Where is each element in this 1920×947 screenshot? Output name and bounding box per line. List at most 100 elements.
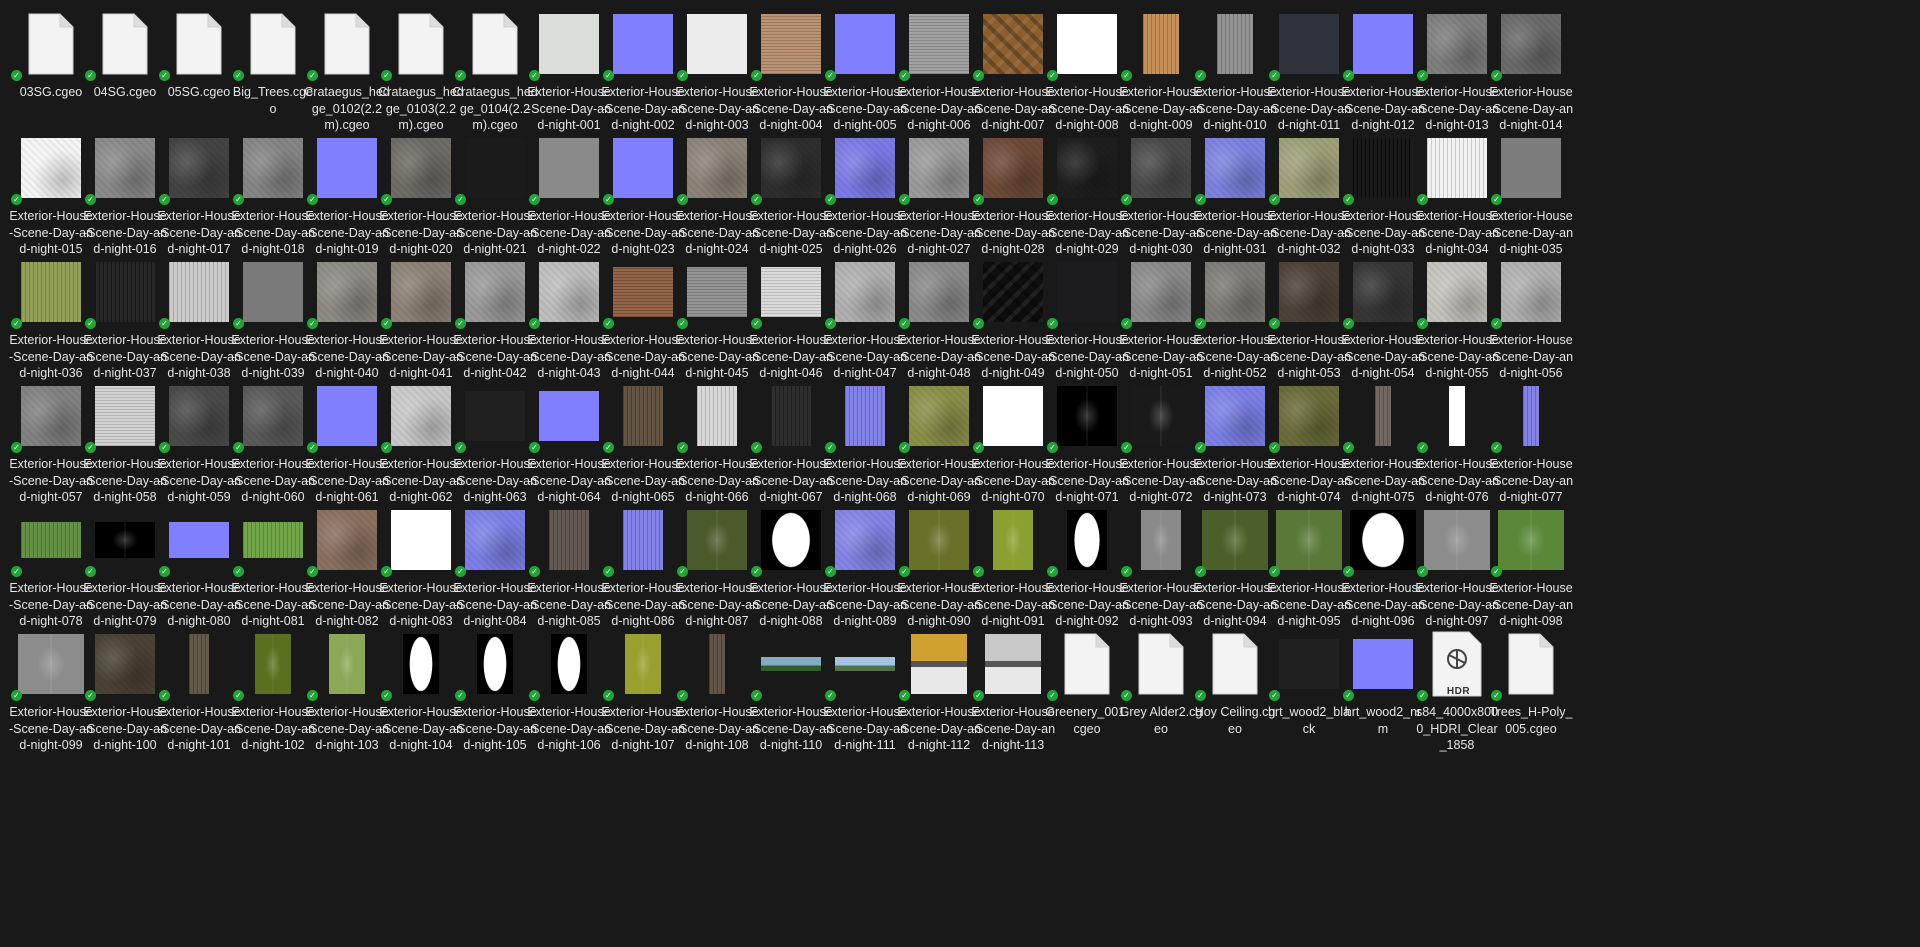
texture-thumbnail [1353, 138, 1413, 198]
texture-thumbnail [391, 262, 451, 322]
synced-check-icon: ✓ [825, 566, 836, 577]
texture-thumbnail [613, 267, 673, 317]
texture-thumbnail [539, 262, 599, 322]
synced-check-icon: ✓ [85, 194, 96, 205]
texture-thumbnail [911, 634, 967, 694]
texture-thumbnail [21, 262, 81, 322]
synced-check-icon: ✓ [159, 318, 170, 329]
texture-thumbnail [95, 262, 155, 322]
synced-check-icon: ✓ [1343, 70, 1354, 81]
synced-check-icon: ✓ [159, 70, 170, 81]
texture-thumbnail [189, 634, 209, 694]
texture-thumbnail [687, 267, 747, 317]
synced-check-icon: ✓ [1269, 566, 1280, 577]
texture-thumbnail [1057, 262, 1117, 322]
texture-thumbnail [1143, 14, 1179, 74]
synced-check-icon: ✓ [11, 194, 22, 205]
synced-check-icon: ✓ [307, 442, 318, 453]
synced-check-icon: ✓ [1343, 442, 1354, 453]
synced-check-icon: ✓ [1343, 566, 1354, 577]
synced-check-icon: ✓ [1269, 318, 1280, 329]
synced-check-icon: ✓ [159, 194, 170, 205]
texture-thumbnail [477, 634, 513, 694]
synced-check-icon: ✓ [455, 442, 466, 453]
texture-thumbnail [21, 138, 81, 198]
texture-thumbnail [1057, 14, 1117, 74]
texture-thumbnail [1131, 262, 1191, 322]
synced-check-icon: ✓ [307, 318, 318, 329]
synced-check-icon: ✓ [1491, 194, 1502, 205]
synced-check-icon: ✓ [307, 194, 318, 205]
texture-thumbnail [539, 14, 599, 74]
texture-thumbnail [95, 138, 155, 198]
synced-check-icon: ✓ [677, 194, 688, 205]
synced-check-icon: ✓ [899, 70, 910, 81]
texture-thumbnail [985, 634, 1041, 694]
synced-check-icon: ✓ [1195, 566, 1206, 577]
texture-thumbnail [95, 634, 155, 694]
synced-check-icon: ✓ [455, 566, 466, 577]
document-file-icon [176, 13, 222, 75]
document-file-icon [398, 13, 444, 75]
synced-check-icon: ✓ [85, 318, 96, 329]
document-file-icon [1138, 633, 1184, 695]
texture-thumbnail [835, 138, 895, 198]
file-name-label: Exterior-House-Scene-Day-and-night-077 [1488, 457, 1574, 504]
texture-thumbnail [983, 262, 1043, 322]
texture-thumbnail [243, 522, 303, 558]
synced-check-icon: ✓ [1343, 194, 1354, 205]
synced-check-icon: ✓ [233, 442, 244, 453]
texture-thumbnail [21, 386, 81, 446]
texture-thumbnail [1350, 510, 1416, 570]
synced-check-icon: ✓ [677, 442, 688, 453]
texture-thumbnail [983, 14, 1043, 74]
synced-check-icon: ✓ [233, 70, 244, 81]
synced-check-icon: ✓ [529, 194, 540, 205]
synced-check-icon: ✓ [1195, 70, 1206, 81]
synced-check-icon: ✓ [529, 690, 540, 701]
texture-thumbnail [1353, 639, 1413, 689]
texture-thumbnail [255, 634, 291, 694]
synced-check-icon: ✓ [307, 566, 318, 577]
synced-check-icon: ✓ [1417, 690, 1428, 701]
synced-check-icon: ✓ [529, 318, 540, 329]
synced-check-icon: ✓ [455, 70, 466, 81]
texture-thumbnail [1501, 262, 1561, 322]
texture-thumbnail [1205, 262, 1265, 322]
texture-thumbnail [18, 634, 84, 694]
synced-check-icon: ✓ [381, 566, 392, 577]
file-item[interactable]: ✓ Trees_H-Poly_005.cgeo [1488, 624, 1574, 774]
document-file-icon [28, 13, 74, 75]
texture-thumbnail [551, 634, 587, 694]
texture-thumbnail [909, 14, 969, 74]
texture-thumbnail [95, 386, 155, 446]
synced-check-icon: ✓ [603, 70, 614, 81]
texture-thumbnail [95, 522, 155, 558]
synced-check-icon: ✓ [825, 318, 836, 329]
texture-thumbnail [761, 14, 821, 74]
synced-check-icon: ✓ [159, 566, 170, 577]
synced-check-icon: ✓ [1195, 194, 1206, 205]
synced-check-icon: ✓ [603, 442, 614, 453]
texture-thumbnail [549, 510, 589, 570]
texture-thumbnail [1279, 138, 1339, 198]
synced-check-icon: ✓ [1343, 690, 1354, 701]
texture-thumbnail [1131, 386, 1191, 446]
texture-thumbnail [243, 138, 303, 198]
document-file-icon [324, 13, 370, 75]
texture-thumbnail [1498, 510, 1564, 570]
synced-check-icon: ✓ [1047, 194, 1058, 205]
synced-check-icon: ✓ [973, 318, 984, 329]
texture-thumbnail [1523, 386, 1539, 446]
document-file-icon [250, 13, 296, 75]
synced-check-icon: ✓ [233, 690, 244, 701]
synced-check-icon: ✓ [825, 442, 836, 453]
file-grid: ✓ 03SG.cgeo ✓ 04SG.cgeo ✓ 05SG.cgeo ✓ Big_Trees… [0, 0, 1920, 947]
texture-thumbnail [169, 522, 229, 558]
texture-thumbnail [1424, 510, 1490, 570]
texture-thumbnail [1449, 386, 1465, 446]
texture-thumbnail [169, 138, 229, 198]
synced-check-icon: ✓ [677, 690, 688, 701]
texture-thumbnail [687, 14, 747, 74]
file-name-label: Exterior-House-Scene-Day-and-night-014 [1488, 85, 1574, 132]
